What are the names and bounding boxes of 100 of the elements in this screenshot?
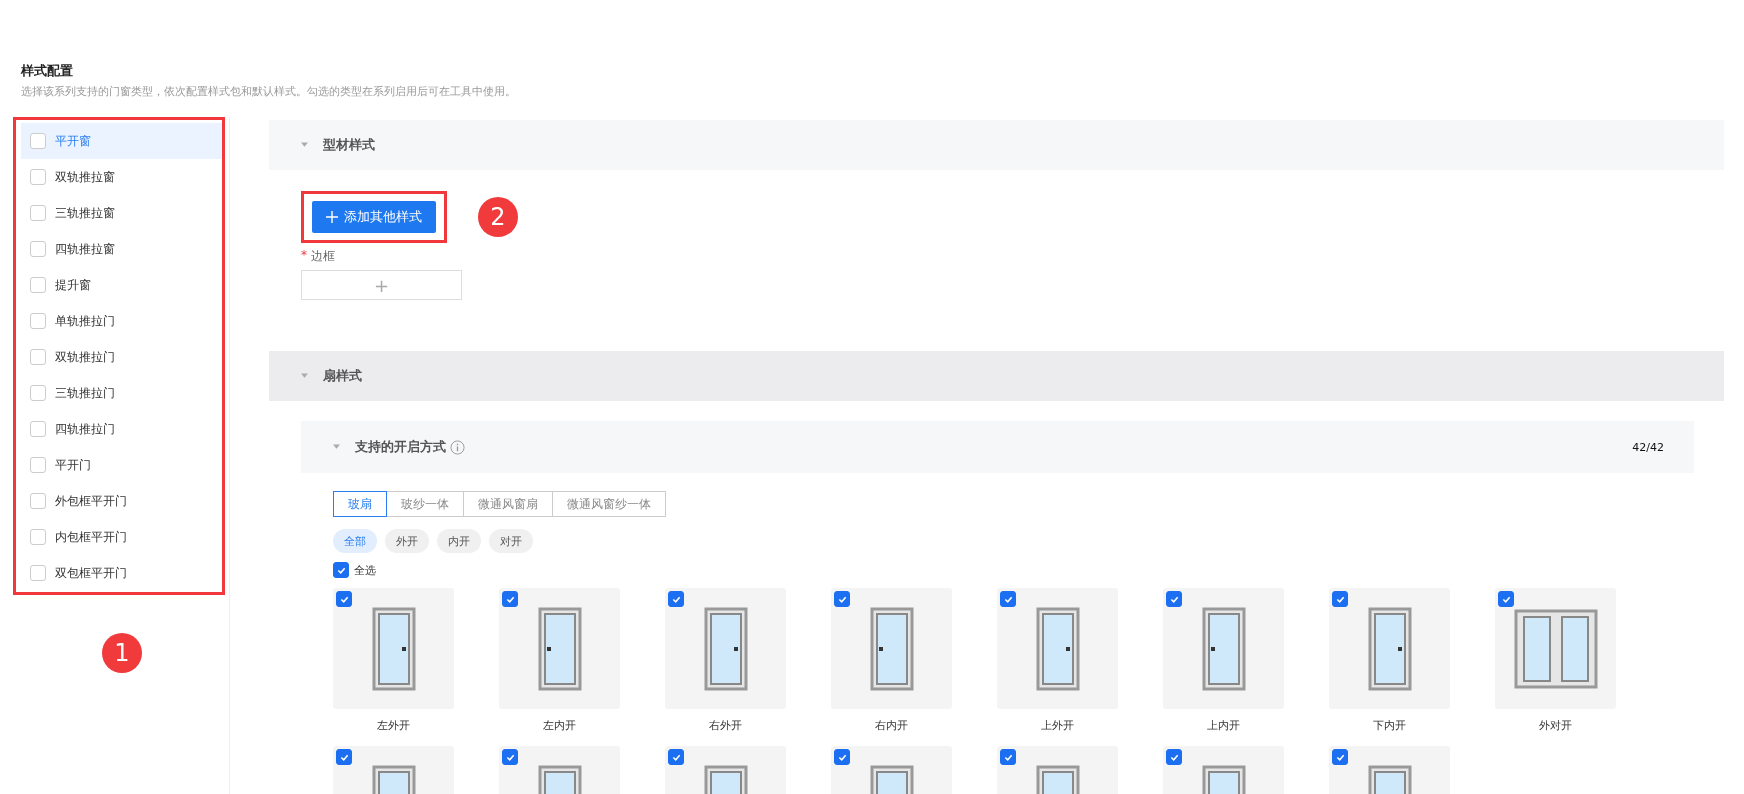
window-type-label: 双包框平开门 — [55, 564, 127, 582]
checkbox[interactable] — [30, 241, 46, 257]
window-type-label: 内包框平开门 — [55, 528, 127, 546]
window-type-item[interactable]: 三轨推拉门 — [21, 375, 225, 411]
window-icon — [1201, 606, 1246, 691]
window-type-item[interactable]: 提升窗 — [21, 267, 225, 303]
checkbox[interactable] — [1332, 749, 1348, 765]
tab[interactable]: 微通风窗扇 — [463, 491, 553, 517]
style-card[interactable] — [1495, 588, 1616, 709]
style-card[interactable] — [1163, 588, 1284, 709]
panel-header[interactable]: 支持的开启方式 42/42 — [301, 421, 1694, 473]
section-header[interactable]: 型材样式 — [269, 120, 1724, 170]
window-type-item[interactable]: 单轨推拉门 — [21, 303, 225, 339]
checkbox[interactable] — [502, 749, 518, 765]
tab[interactable]: 玻纱一体 — [386, 491, 464, 517]
checkbox[interactable] — [834, 749, 850, 765]
add-style-button[interactable]: 添加其他样式 — [312, 201, 436, 233]
window-type-label: 三轨推拉窗 — [55, 204, 115, 222]
filter-chip[interactable]: 对开 — [489, 529, 533, 553]
window-icon — [1035, 606, 1080, 691]
style-card[interactable] — [997, 588, 1118, 709]
checkbox[interactable] — [30, 133, 46, 149]
window-type-label: 四轨推拉窗 — [55, 240, 115, 258]
style-card[interactable] — [665, 588, 786, 709]
window-type-item[interactable]: 双轨推拉窗 — [21, 159, 225, 195]
style-card[interactable] — [831, 588, 952, 709]
checkbox[interactable] — [333, 562, 349, 578]
window-type-item[interactable]: 双轨推拉门 — [21, 339, 225, 375]
required-mark: * — [301, 248, 307, 264]
tab[interactable]: 玻扇 — [333, 491, 387, 517]
window-type-item[interactable]: 平开门 — [21, 447, 225, 483]
checkbox[interactable] — [30, 421, 46, 437]
window-type-label: 平开窗 — [55, 132, 91, 150]
checkbox[interactable] — [30, 493, 46, 509]
checkbox[interactable] — [1332, 591, 1348, 607]
filter-chip[interactable]: 外开 — [385, 529, 429, 553]
checkbox[interactable] — [30, 529, 46, 545]
section-title: 样式配置 — [21, 62, 74, 80]
checkbox[interactable] — [30, 169, 46, 185]
section-header[interactable]: 扇样式 — [269, 351, 1724, 401]
window-type-item[interactable]: 外包框平开门 — [21, 483, 225, 519]
section-description: 选择该系列支持的门窗类型，依次配置样式包和默认样式。勾选的类型在系列启用后可在工具中使用。 — [21, 84, 517, 99]
style-card[interactable] — [499, 588, 620, 709]
window-type-item[interactable]: 双包框平开门 — [21, 555, 225, 591]
window-icon — [371, 606, 416, 691]
caret-icon — [301, 373, 308, 379]
checkbox[interactable] — [30, 565, 46, 581]
style-label: 外对开 — [1539, 718, 1572, 733]
checkbox[interactable] — [336, 749, 352, 765]
section-header-title: 型材样式 — [323, 136, 375, 154]
count-label: 42/42 — [1632, 440, 1664, 454]
style-label: 左内开 — [543, 718, 576, 733]
annotation-badge: 1 — [102, 633, 142, 673]
window-type-label: 四轨推拉门 — [55, 420, 115, 438]
plus-icon — [326, 211, 338, 223]
checkbox[interactable] — [1000, 591, 1016, 607]
info-icon — [450, 439, 465, 455]
window-type-item[interactable]: 平开窗 — [21, 123, 225, 159]
panel-title: 支持的开启方式 — [355, 438, 446, 456]
window-type-item[interactable]: 四轨推拉窗 — [21, 231, 225, 267]
checkbox[interactable] — [834, 591, 850, 607]
checkbox[interactable] — [30, 385, 46, 401]
checkbox[interactable] — [30, 349, 46, 365]
window-type-label: 平开门 — [55, 456, 91, 474]
filter-chip[interactable]: 全部 — [333, 529, 377, 553]
window-type-label: 外包框平开门 — [55, 492, 127, 510]
window-type-label: 三轨推拉门 — [55, 384, 115, 402]
style-label: 右内开 — [875, 718, 908, 733]
style-label: 左外开 — [377, 718, 410, 733]
checkbox[interactable] — [1166, 591, 1182, 607]
checkbox[interactable] — [668, 749, 684, 765]
select-all-label: 全选 — [354, 562, 376, 578]
checkbox[interactable] — [668, 591, 684, 607]
annotation-badge: 2 — [478, 197, 518, 237]
checkbox[interactable] — [30, 313, 46, 329]
checkbox[interactable] — [1000, 749, 1016, 765]
checkbox[interactable] — [1498, 591, 1514, 607]
checkbox[interactable] — [30, 457, 46, 473]
style-label: 下内开 — [1373, 718, 1406, 733]
checkbox[interactable] — [30, 277, 46, 293]
checkbox[interactable] — [502, 591, 518, 607]
window-type-label: 双轨推拉窗 — [55, 168, 115, 186]
window-type-label: 提升窗 — [55, 276, 91, 294]
checkbox[interactable] — [1166, 749, 1182, 765]
window-icon — [703, 606, 748, 691]
window-icon — [537, 606, 582, 691]
window-type-item[interactable]: 内包框平开门 — [21, 519, 225, 555]
filter-chip[interactable]: 内开 — [437, 529, 481, 553]
checkbox[interactable] — [30, 205, 46, 221]
window-type-item[interactable]: 三轨推拉窗 — [21, 195, 225, 231]
tab[interactable]: 微通风窗纱一体 — [552, 491, 666, 517]
checkbox[interactable] — [336, 591, 352, 607]
style-label: 右外开 — [709, 718, 742, 733]
window-icon — [1367, 606, 1412, 691]
caret-icon — [333, 444, 340, 450]
section-header-title: 扇样式 — [323, 367, 362, 385]
style-card[interactable] — [333, 588, 454, 709]
window-icon — [1513, 608, 1598, 689]
style-card[interactable] — [1329, 588, 1450, 709]
window-type-item[interactable]: 四轨推拉门 — [21, 411, 225, 447]
